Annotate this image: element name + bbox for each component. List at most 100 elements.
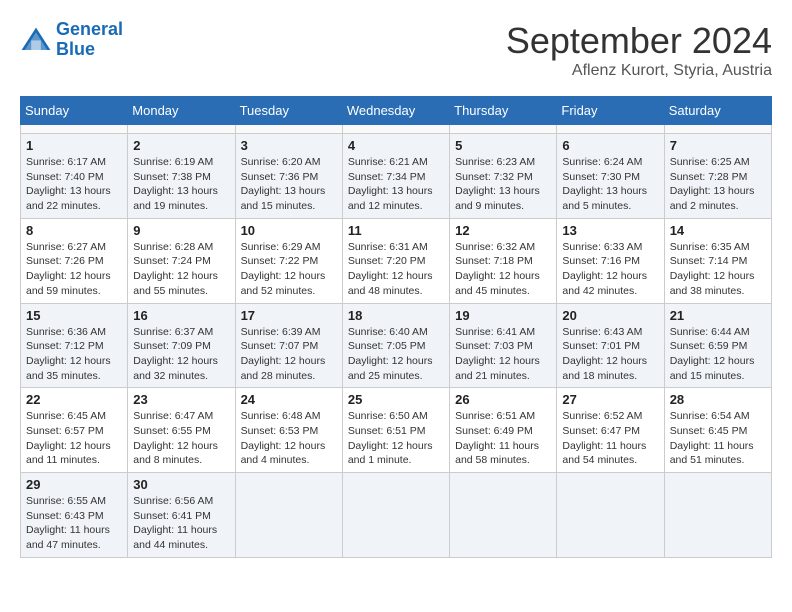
day-info: Sunrise: 6:17 AM Sunset: 7:40 PM Dayligh… bbox=[26, 155, 122, 214]
calendar-week-row bbox=[21, 125, 772, 134]
calendar-cell: 8 Sunrise: 6:27 AM Sunset: 7:26 PM Daylig… bbox=[21, 218, 128, 303]
day-of-week-header: Sunday bbox=[21, 97, 128, 125]
day-info: Sunrise: 6:48 AM Sunset: 6:53 PM Dayligh… bbox=[241, 409, 337, 468]
calendar-table: SundayMondayTuesdayWednesdayThursdayFrid… bbox=[20, 96, 772, 558]
day-info: Sunrise: 6:47 AM Sunset: 6:55 PM Dayligh… bbox=[133, 409, 229, 468]
day-number: 3 bbox=[241, 138, 337, 153]
calendar-cell bbox=[128, 125, 235, 134]
calendar-week-row: 1 Sunrise: 6:17 AM Sunset: 7:40 PM Daylig… bbox=[21, 134, 772, 219]
calendar-cell bbox=[557, 125, 664, 134]
calendar-subtitle: Aflenz Kurort, Styria, Austria bbox=[506, 62, 772, 80]
logo-text: General Blue bbox=[56, 20, 123, 60]
day-number: 26 bbox=[455, 392, 551, 407]
day-number: 16 bbox=[133, 308, 229, 323]
calendar-cell: 7 Sunrise: 6:25 AM Sunset: 7:28 PM Daylig… bbox=[664, 134, 771, 219]
logo: General Blue bbox=[20, 20, 123, 60]
calendar-cell: 18 Sunrise: 6:40 AM Sunset: 7:05 PM Dayli… bbox=[342, 303, 449, 388]
title-block: September 2024 Aflenz Kurort, Styria, Au… bbox=[506, 20, 772, 80]
day-number: 1 bbox=[26, 138, 122, 153]
calendar-cell: 27 Sunrise: 6:52 AM Sunset: 6:47 PM Dayli… bbox=[557, 388, 664, 473]
day-number: 20 bbox=[562, 308, 658, 323]
calendar-title: September 2024 bbox=[506, 20, 772, 62]
day-number: 7 bbox=[670, 138, 766, 153]
day-number: 6 bbox=[562, 138, 658, 153]
day-info: Sunrise: 6:27 AM Sunset: 7:26 PM Dayligh… bbox=[26, 240, 122, 299]
day-info: Sunrise: 6:37 AM Sunset: 7:09 PM Dayligh… bbox=[133, 325, 229, 384]
day-info: Sunrise: 6:54 AM Sunset: 6:45 PM Dayligh… bbox=[670, 409, 766, 468]
day-number: 5 bbox=[455, 138, 551, 153]
day-info: Sunrise: 6:56 AM Sunset: 6:41 PM Dayligh… bbox=[133, 494, 229, 553]
calendar-cell: 14 Sunrise: 6:35 AM Sunset: 7:14 PM Dayli… bbox=[664, 218, 771, 303]
calendar-cell: 22 Sunrise: 6:45 AM Sunset: 6:57 PM Dayli… bbox=[21, 388, 128, 473]
day-number: 11 bbox=[348, 223, 444, 238]
day-info: Sunrise: 6:50 AM Sunset: 6:51 PM Dayligh… bbox=[348, 409, 444, 468]
day-info: Sunrise: 6:41 AM Sunset: 7:03 PM Dayligh… bbox=[455, 325, 551, 384]
calendar-cell bbox=[21, 125, 128, 134]
calendar-cell: 9 Sunrise: 6:28 AM Sunset: 7:24 PM Daylig… bbox=[128, 218, 235, 303]
calendar-cell bbox=[450, 125, 557, 134]
day-number: 30 bbox=[133, 477, 229, 492]
calendar-cell: 2Sunrise: 6:19 AM Sunset: 7:38 PM Daylig… bbox=[128, 134, 235, 219]
calendar-cell: 1 Sunrise: 6:17 AM Sunset: 7:40 PM Daylig… bbox=[21, 134, 128, 219]
day-number: 15 bbox=[26, 308, 122, 323]
day-number: 18 bbox=[348, 308, 444, 323]
day-info: Sunrise: 6:40 AM Sunset: 7:05 PM Dayligh… bbox=[348, 325, 444, 384]
calendar-cell bbox=[557, 473, 664, 558]
calendar-cell bbox=[235, 125, 342, 134]
calendar-cell: 16 Sunrise: 6:37 AM Sunset: 7:09 PM Dayli… bbox=[128, 303, 235, 388]
calendar-cell bbox=[450, 473, 557, 558]
calendar-header-row: SundayMondayTuesdayWednesdayThursdayFrid… bbox=[21, 97, 772, 125]
day-info: Sunrise: 6:45 AM Sunset: 6:57 PM Dayligh… bbox=[26, 409, 122, 468]
day-info: Sunrise: 6:28 AM Sunset: 7:24 PM Dayligh… bbox=[133, 240, 229, 299]
day-number: 8 bbox=[26, 223, 122, 238]
day-number: 22 bbox=[26, 392, 122, 407]
day-number: 24 bbox=[241, 392, 337, 407]
page-header: General Blue September 2024 Aflenz Kuror… bbox=[20, 20, 772, 80]
day-info: Sunrise: 6:29 AM Sunset: 7:22 PM Dayligh… bbox=[241, 240, 337, 299]
day-number: 9 bbox=[133, 223, 229, 238]
day-number: 25 bbox=[348, 392, 444, 407]
calendar-cell: 17Sunrise: 6:39 AM Sunset: 7:07 PM Dayli… bbox=[235, 303, 342, 388]
day-number: 4 bbox=[348, 138, 444, 153]
calendar-cell: 28Sunrise: 6:54 AM Sunset: 6:45 PM Dayli… bbox=[664, 388, 771, 473]
day-info: Sunrise: 6:20 AM Sunset: 7:36 PM Dayligh… bbox=[241, 155, 337, 214]
calendar-cell: 6Sunrise: 6:24 AM Sunset: 7:30 PM Daylig… bbox=[557, 134, 664, 219]
day-of-week-header: Thursday bbox=[450, 97, 557, 125]
calendar-cell: 26Sunrise: 6:51 AM Sunset: 6:49 PM Dayli… bbox=[450, 388, 557, 473]
day-number: 27 bbox=[562, 392, 658, 407]
day-number: 21 bbox=[670, 308, 766, 323]
calendar-cell: 15 Sunrise: 6:36 AM Sunset: 7:12 PM Dayli… bbox=[21, 303, 128, 388]
day-info: Sunrise: 6:33 AM Sunset: 7:16 PM Dayligh… bbox=[562, 240, 658, 299]
calendar-cell: 21Sunrise: 6:44 AM Sunset: 6:59 PM Dayli… bbox=[664, 303, 771, 388]
day-info: Sunrise: 6:36 AM Sunset: 7:12 PM Dayligh… bbox=[26, 325, 122, 384]
calendar-cell bbox=[342, 473, 449, 558]
calendar-week-row: 22 Sunrise: 6:45 AM Sunset: 6:57 PM Dayli… bbox=[21, 388, 772, 473]
day-of-week-header: Saturday bbox=[664, 97, 771, 125]
day-info: Sunrise: 6:21 AM Sunset: 7:34 PM Dayligh… bbox=[348, 155, 444, 214]
day-number: 12 bbox=[455, 223, 551, 238]
calendar-cell: 23 Sunrise: 6:47 AM Sunset: 6:55 PM Dayli… bbox=[128, 388, 235, 473]
day-of-week-header: Wednesday bbox=[342, 97, 449, 125]
day-info: Sunrise: 6:32 AM Sunset: 7:18 PM Dayligh… bbox=[455, 240, 551, 299]
day-info: Sunrise: 6:25 AM Sunset: 7:28 PM Dayligh… bbox=[670, 155, 766, 214]
day-of-week-header: Monday bbox=[128, 97, 235, 125]
calendar-cell: 24 Sunrise: 6:48 AM Sunset: 6:53 PM Dayli… bbox=[235, 388, 342, 473]
day-number: 14 bbox=[670, 223, 766, 238]
calendar-cell: 11Sunrise: 6:31 AM Sunset: 7:20 PM Dayli… bbox=[342, 218, 449, 303]
day-info: Sunrise: 6:52 AM Sunset: 6:47 PM Dayligh… bbox=[562, 409, 658, 468]
calendar-cell bbox=[342, 125, 449, 134]
calendar-cell: 25 Sunrise: 6:50 AM Sunset: 6:51 PM Dayli… bbox=[342, 388, 449, 473]
day-number: 10 bbox=[241, 223, 337, 238]
day-number: 17 bbox=[241, 308, 337, 323]
day-info: Sunrise: 6:35 AM Sunset: 7:14 PM Dayligh… bbox=[670, 240, 766, 299]
day-number: 29 bbox=[26, 477, 122, 492]
day-number: 23 bbox=[133, 392, 229, 407]
logo-icon bbox=[20, 26, 52, 54]
calendar-cell: 20Sunrise: 6:43 AM Sunset: 7:01 PM Dayli… bbox=[557, 303, 664, 388]
calendar-cell bbox=[664, 125, 771, 134]
day-number: 2 bbox=[133, 138, 229, 153]
calendar-cell: 10 Sunrise: 6:29 AM Sunset: 7:22 PM Dayli… bbox=[235, 218, 342, 303]
day-of-week-header: Tuesday bbox=[235, 97, 342, 125]
calendar-cell: 5Sunrise: 6:23 AM Sunset: 7:32 PM Daylig… bbox=[450, 134, 557, 219]
day-number: 19 bbox=[455, 308, 551, 323]
